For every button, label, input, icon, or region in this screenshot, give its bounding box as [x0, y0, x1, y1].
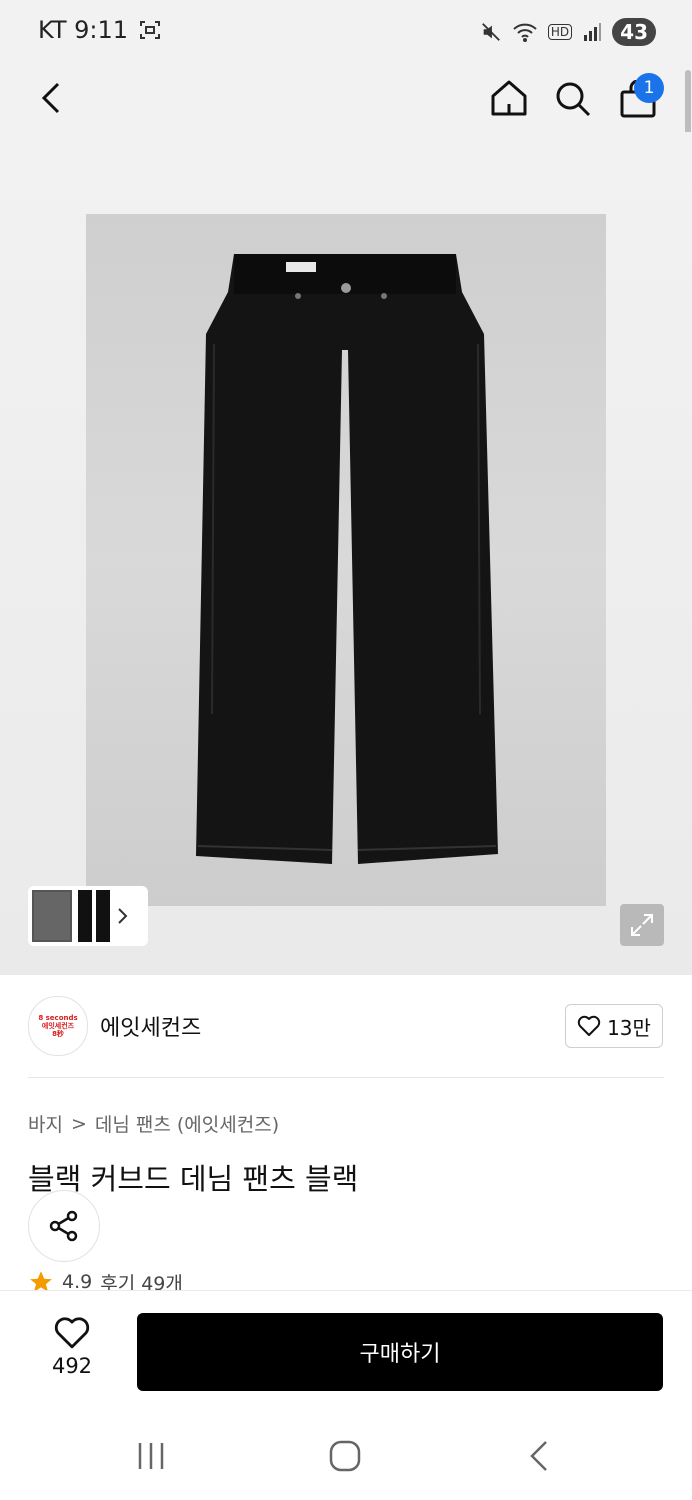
breadcrumb-category[interactable]: 바지: [28, 1110, 63, 1137]
rating-row[interactable]: 4.9 후기 49개: [28, 1272, 183, 1292]
wishlist-button[interactable]: 492: [40, 1316, 104, 1378]
divider: [28, 1077, 664, 1078]
status-icons: HD 43: [480, 18, 656, 46]
jeans-illustration: [196, 254, 498, 864]
rating-value: 4.9: [62, 1272, 93, 1292]
thumbnail-2[interactable]: [74, 890, 114, 942]
brand-like-count: 13만: [607, 1015, 651, 1040]
buy-button[interactable]: 구매하기: [137, 1313, 663, 1391]
back-icon[interactable]: [36, 80, 66, 116]
share-button[interactable]: [28, 1190, 100, 1262]
review-count[interactable]: 후기 49개: [100, 1272, 183, 1293]
breadcrumb-subcategory[interactable]: 데님 팬츠 (에잇세컨즈): [95, 1110, 279, 1137]
heart-icon: [577, 1015, 601, 1036]
search-icon[interactable]: [553, 79, 593, 119]
signal-icon: [584, 23, 602, 41]
chevron-right-icon[interactable]: [116, 906, 130, 926]
wifi-icon: [513, 23, 537, 42]
thumbnail-strip[interactable]: [28, 886, 148, 946]
brand-name[interactable]: 에잇세컨즈: [100, 1010, 201, 1042]
mute-icon: [481, 23, 500, 41]
star-icon: [30, 1272, 52, 1292]
expand-icon: [631, 914, 653, 936]
carrier-time: KT 9:11: [38, 16, 129, 44]
home-icon[interactable]: [489, 78, 529, 118]
hd-icon: HD: [547, 24, 573, 40]
brand-like-button[interactable]: 13만: [565, 1004, 663, 1048]
brand-logo[interactable]: 8 seconds 에잇세컨즈 8秒: [28, 996, 88, 1056]
battery-indicator: 43: [612, 18, 656, 46]
home-nav-icon[interactable]: [328, 1439, 362, 1473]
breadcrumb-separator: >: [70, 1112, 87, 1135]
cart-count-badge: 1: [634, 73, 664, 103]
screenshot-icon: [140, 21, 161, 39]
brand-logo-text-1: 8 seconds: [38, 1014, 78, 1022]
recent-apps-icon[interactable]: [134, 1440, 168, 1472]
product-image[interactable]: [86, 214, 606, 906]
status-left: KT 9:11: [38, 16, 162, 44]
heart-icon: [54, 1317, 90, 1349]
thumbnail-1[interactable]: [32, 890, 72, 942]
wishlist-count: 492: [51, 1354, 93, 1378]
breadcrumb: 바지 > 데님 팬츠 (에잇세컨즈): [28, 1110, 279, 1137]
back-nav-icon[interactable]: [526, 1439, 552, 1473]
share-icon: [49, 1210, 78, 1242]
brand-logo-text-2: 에잇세컨즈: [41, 1022, 75, 1030]
expand-image-button[interactable]: [620, 904, 664, 946]
brand-logo-text-3: 8秒: [52, 1030, 64, 1038]
